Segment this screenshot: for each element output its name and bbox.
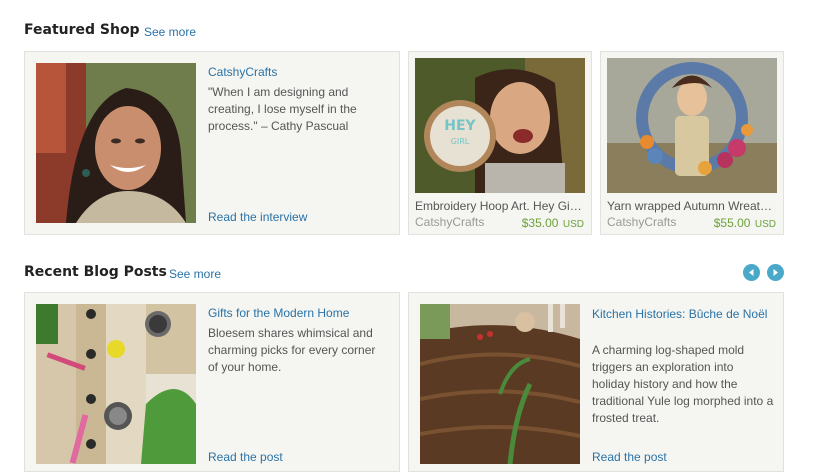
blog-post-photo[interactable] bbox=[36, 304, 196, 464]
blog-post-title-link[interactable]: Gifts for the Modern Home bbox=[208, 306, 388, 320]
blog-see-more-link[interactable]: See more bbox=[169, 267, 221, 281]
read-post-link[interactable]: Read the post bbox=[592, 450, 667, 464]
blog-post-summary: Bloesem shares whimsical and charming pi… bbox=[208, 326, 376, 374]
price-value: $35.00 bbox=[521, 216, 559, 230]
listing-card[interactable]: Yarn wrapped Autumn Wreat… CatshyCrafts … bbox=[600, 51, 784, 235]
blog-post-title-link[interactable]: Kitchen Histories: Bûche de Noël bbox=[592, 306, 772, 323]
listing-photo[interactable]: HEY GIRL bbox=[415, 58, 585, 193]
shop-owner-photo[interactable] bbox=[36, 63, 196, 223]
chevron-right-icon[interactable] bbox=[767, 264, 784, 281]
listing-photo[interactable] bbox=[607, 58, 777, 193]
blog-post-photo[interactable] bbox=[420, 304, 580, 464]
listing-card[interactable]: HEY GIRL Embroidery Hoop Art. Hey Gi… Ca… bbox=[408, 51, 592, 235]
listing-title[interactable]: Embroidery Hoop Art. Hey Gi… bbox=[415, 199, 587, 213]
featured-see-more-link[interactable]: See more bbox=[144, 25, 196, 39]
hoop-text-girl: GIRL bbox=[451, 137, 470, 146]
listing-price: $55.00 USD bbox=[714, 214, 776, 232]
blog-post-summary: A charming log-shaped mold triggers an e… bbox=[592, 343, 774, 425]
listing-price: $35.00 USD bbox=[522, 214, 584, 232]
hoop-text-hey: HEY bbox=[444, 118, 476, 134]
blog-post-card: Gifts for the Modern Home Bloesem shares… bbox=[24, 292, 400, 472]
chevron-left-icon[interactable] bbox=[743, 264, 760, 281]
price-currency: USD bbox=[754, 219, 776, 230]
listing-shop-name[interactable]: CatshyCrafts bbox=[607, 215, 676, 229]
blog-post-card: Kitchen Histories: Bûche de Noël A charm… bbox=[408, 292, 784, 472]
read-post-link[interactable]: Read the post bbox=[208, 450, 283, 464]
featured-shop-card: CatshyCrafts "When I am designing and cr… bbox=[24, 51, 400, 235]
blog-posts-title: Recent Blog Posts bbox=[24, 264, 167, 280]
shop-quote: "When I am designing and creating, I los… bbox=[208, 85, 357, 133]
featured-shop-title: Featured Shop bbox=[24, 22, 140, 38]
price-value: $55.00 bbox=[713, 216, 751, 230]
shop-name-link[interactable]: CatshyCrafts bbox=[208, 65, 277, 79]
price-currency: USD bbox=[562, 219, 584, 230]
read-interview-link[interactable]: Read the interview bbox=[208, 210, 307, 224]
listing-shop-name[interactable]: CatshyCrafts bbox=[415, 215, 484, 229]
listing-title[interactable]: Yarn wrapped Autumn Wreat… bbox=[607, 199, 779, 213]
